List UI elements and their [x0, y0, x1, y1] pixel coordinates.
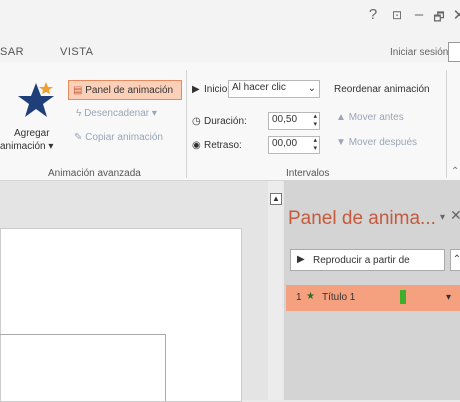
move-earlier-button[interactable]: ▲ Mover antes: [336, 112, 404, 123]
chevron-up-icon[interactable]: ⌃: [450, 249, 460, 271]
animation-pane-button[interactable]: ▤ Panel de animación: [68, 80, 182, 100]
vertical-scrollbar[interactable]: [268, 181, 282, 400]
clock-icon: ◷: [192, 116, 201, 127]
tab-vista[interactable]: VISTA: [60, 46, 93, 58]
ribbon-display-options-icon[interactable]: ⊡: [386, 8, 408, 22]
timeline-bar[interactable]: [400, 290, 406, 304]
move-earlier-label: Mover antes: [348, 112, 404, 123]
star-icon[interactable]: [16, 80, 56, 120]
slide-placeholder[interactable]: [0, 334, 166, 401]
play-from-button[interactable]: ▶ Reproducir a partir de: [290, 249, 445, 271]
account-avatar[interactable]: [448, 42, 460, 62]
play-icon: ▶: [192, 84, 200, 95]
delay-stepper[interactable]: 00,00 ▴ ▾: [268, 136, 320, 154]
play-icon: ▶: [297, 254, 305, 265]
start-label: Inicio:: [204, 84, 231, 95]
help-icon[interactable]: ?: [362, 6, 384, 23]
group-label-timing: Intervalos: [286, 168, 330, 179]
animation-painter-label: Copiar animación: [85, 132, 163, 143]
lightning-icon: ϟ: [76, 108, 82, 119]
group-divider: [186, 70, 187, 178]
delay-icon: ◉: [192, 140, 201, 151]
move-later-label: Mover después: [348, 137, 418, 148]
add-animation-label[interactable]: Agregar: [14, 128, 50, 139]
animation-pane-label: Panel de animación: [85, 85, 174, 96]
tab-revisar[interactable]: SAR: [0, 46, 24, 58]
start-value: Al hacer clic: [232, 82, 286, 93]
trigger-button[interactable]: ϟ Desencadenar ▾: [76, 108, 157, 119]
arrow-up-icon: ▲: [336, 112, 346, 123]
spin-arrows-icon[interactable]: ▴ ▾: [313, 113, 317, 129]
scroll-up-icon[interactable]: ▲: [270, 193, 282, 205]
reorder-title: Reordenar animación: [334, 84, 430, 95]
chevron-down-icon: ⌄: [307, 83, 316, 94]
duration-label: Duración:: [204, 116, 247, 127]
item-name: Título 1: [322, 292, 356, 303]
minimize-button[interactable]: –: [408, 6, 430, 23]
group-label-advanced: Animación avanzada: [48, 168, 141, 179]
move-later-button[interactable]: ▼ Mover después: [336, 137, 417, 148]
pane-close-icon[interactable]: ✕: [450, 207, 460, 224]
arrow-down-icon: ▼: [336, 137, 346, 148]
restore-button[interactable]: 🗗: [428, 8, 450, 29]
start-select[interactable]: Al hacer clic ⌄: [228, 80, 320, 98]
pane-options-icon[interactable]: ▾: [440, 212, 445, 223]
trigger-label: Desencadenar ▾: [84, 108, 157, 119]
group-divider: [446, 70, 447, 178]
signin-link[interactable]: Iniciar sesión: [390, 47, 448, 58]
chevron-down-icon[interactable]: ▾: [446, 292, 451, 303]
collapse-ribbon-icon[interactable]: ⌃: [451, 166, 459, 177]
animation-pane-icon: ▤: [73, 85, 83, 96]
spin-arrows-icon[interactable]: ▴ ▾: [313, 137, 317, 153]
animation-painter-button[interactable]: ✎ Copiar animación: [74, 132, 163, 143]
delay-value: 00,00: [272, 138, 298, 149]
delay-label: Retraso:: [204, 140, 242, 151]
duration-stepper[interactable]: 00,50 ▴ ▾: [268, 112, 320, 130]
duration-value: 00,50: [272, 114, 298, 125]
add-animation-dropdown[interactable]: animación ▾: [0, 141, 53, 152]
brush-icon: ✎: [74, 132, 83, 143]
animation-list-item[interactable]: 1 ★ Título 1 ▾: [286, 285, 460, 311]
pane-title: Panel de anima...: [288, 208, 436, 229]
item-number: 1: [296, 292, 302, 303]
close-button[interactable]: ✕: [448, 6, 460, 24]
play-from-label: Reproducir a partir de: [313, 255, 410, 266]
entrance-effect-icon: ★: [306, 291, 315, 302]
